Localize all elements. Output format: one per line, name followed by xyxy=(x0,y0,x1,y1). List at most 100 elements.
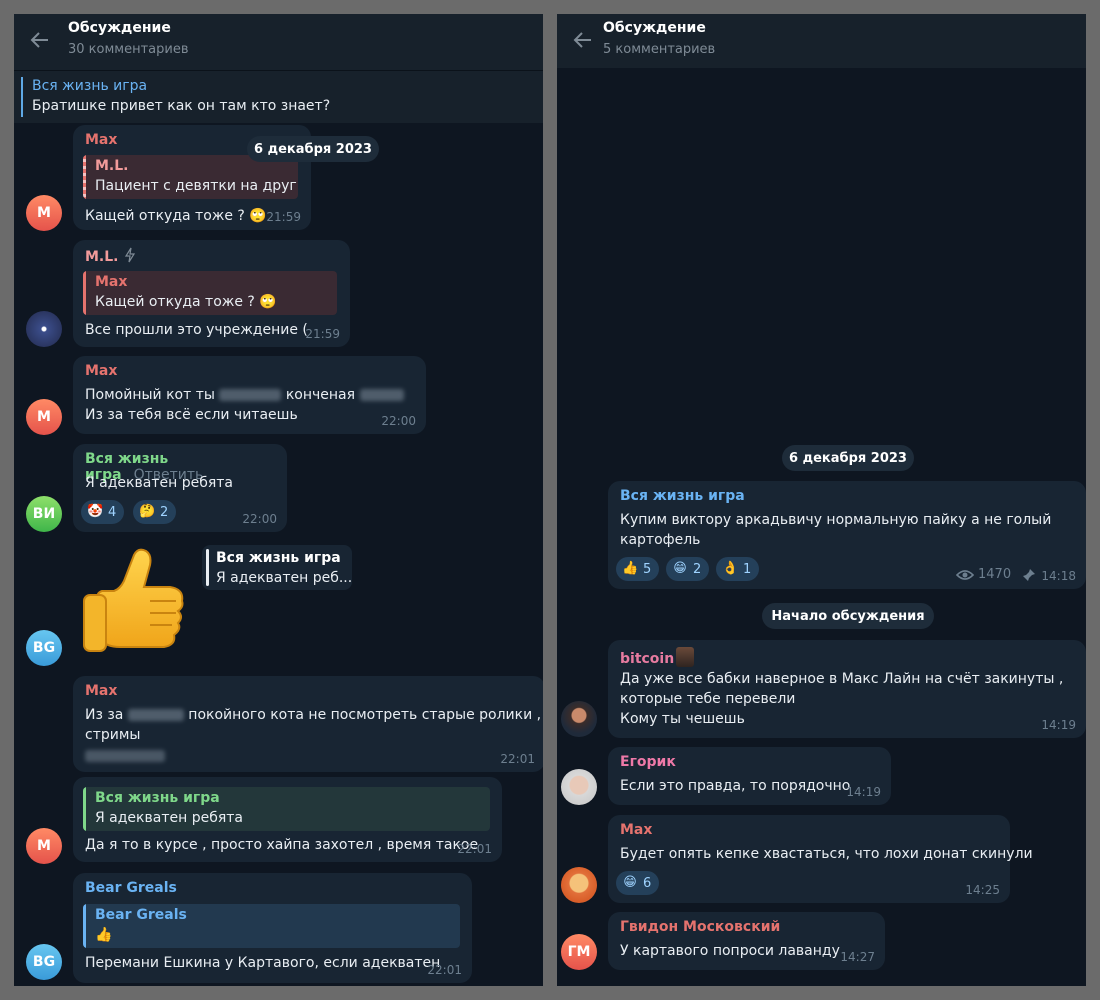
message-text-line: Кому ты чешешь xyxy=(620,711,745,727)
message[interactable]: Max Будет опять кепке хвастаться, что ло… xyxy=(608,815,1033,903)
sender-name[interactable]: Max xyxy=(85,683,117,699)
channel-post[interactable]: Вся жизнь игра Купим виктору аркадьвичу … xyxy=(608,481,1086,589)
avatar[interactable] xyxy=(561,701,597,737)
reaction-clown[interactable]: 🤡 4 xyxy=(81,500,125,524)
date-pill: 6 декабря 2023 xyxy=(247,136,379,162)
post-text-line: Купим виктору аркадьвичу нормальную пайк… xyxy=(620,512,1052,528)
back-arrow-icon[interactable] xyxy=(571,28,595,52)
message[interactable]: Егорик Если это правда, то порядочно 14:… xyxy=(608,747,891,805)
message-time: 14:19 xyxy=(846,785,881,799)
sender-name[interactable]: Bear Greals xyxy=(85,880,177,896)
reply-name: M.L. xyxy=(95,158,129,174)
message-time: 22:01 xyxy=(457,842,492,856)
avatar[interactable]: M xyxy=(26,828,62,864)
message-text: Я адекватен ребята xyxy=(85,475,233,491)
message-text: Из за покойного кота не посмотреть стары… xyxy=(85,707,542,723)
message-time: 14:19 xyxy=(1041,718,1076,732)
message[interactable]: M.L. Max Кащей откуда тоже ? 🙄 Все прошл… xyxy=(73,240,350,347)
lightning-icon xyxy=(125,247,136,263)
message-time: 14:25 xyxy=(965,883,1000,897)
sender-name[interactable]: bitcoin xyxy=(620,647,695,667)
message-time: 21:59 xyxy=(305,327,340,341)
censored-text xyxy=(85,750,165,762)
message-text: Кащей откуда тоже ? 🙄 xyxy=(85,208,267,224)
views-count: 1470 xyxy=(956,567,1011,582)
pin-icon xyxy=(1023,569,1035,581)
sender-name[interactable]: Max xyxy=(620,822,652,838)
custom-status-emoji xyxy=(676,647,695,667)
sender-name[interactable]: Гвидон Московский xyxy=(620,919,780,935)
message[interactable]: Bear Greals Bear Greals 👍 Перемани Ешкин… xyxy=(73,873,472,983)
message-text-line: стримы xyxy=(85,727,141,743)
sender-name[interactable]: Max xyxy=(85,363,117,379)
message-time: 22:01 xyxy=(500,752,535,766)
message[interactable]: bitcoin Да уже все бабки наверное в Макс… xyxy=(608,640,1086,738)
censored-text xyxy=(219,389,282,401)
message-text: У картавого попроси лаванду xyxy=(620,943,840,959)
pinned-message[interactable]: Вся жизнь игра Братишке привет как он та… xyxy=(14,70,543,123)
header-title: Обсуждение xyxy=(603,20,706,36)
avatar[interactable]: BG xyxy=(26,944,62,980)
pinned-text: Братишке привет как он там кто знает? xyxy=(32,98,331,114)
reply-quote[interactable]: Вся жизнь игра Я адекватен реб... xyxy=(202,545,352,590)
message-time: 22:00 xyxy=(381,414,416,428)
avatar[interactable]: M xyxy=(26,399,62,435)
post-text-line: картофель xyxy=(620,532,701,548)
reply-name: Bear Greals xyxy=(95,907,187,923)
header: Обсуждение 30 комментариев xyxy=(14,14,543,70)
reply-name: Вся жизнь игра xyxy=(216,550,341,566)
reaction-grinning[interactable]: 😁 6 xyxy=(616,871,660,895)
message-text: Если это правда, то порядочно xyxy=(620,778,851,794)
thumbs-up-sticker[interactable] xyxy=(80,541,192,661)
grinning-emoji: 😁 xyxy=(623,875,637,890)
sender-name[interactable]: Max xyxy=(85,132,117,148)
reaction-ok-hand[interactable]: 👌 1 xyxy=(716,557,760,581)
header-subtitle: 5 комментариев xyxy=(603,42,716,57)
thumbs-up-emoji: 👍 xyxy=(622,561,639,576)
avatar[interactable] xyxy=(26,311,62,347)
reaction-grinning[interactable]: 😁 2 xyxy=(666,557,710,581)
message-time: 14:27 xyxy=(840,950,875,964)
sender-name[interactable]: M.L. xyxy=(85,247,137,265)
message-time: 21:59 xyxy=(266,210,301,224)
message-text: Все прошли это учреждение ( xyxy=(85,322,308,338)
reply-quote[interactable]: Max Кащей откуда тоже ? 🙄 xyxy=(83,271,337,315)
avatar[interactable]: ВИ xyxy=(26,496,62,532)
grinning-emoji: 😁 xyxy=(673,561,687,576)
message[interactable]: Вся жизнь игра Я адекватен ребята Да я т… xyxy=(73,777,502,862)
censored-text xyxy=(359,389,404,401)
reaction-thumbs-up[interactable]: 👍 5 xyxy=(616,557,660,581)
avatar[interactable] xyxy=(561,769,597,805)
message-text: Перемани Ешкина у Картавого, если адеква… xyxy=(85,955,441,971)
message-text-line: Да уже все бабки наверное в Макс Лайн на… xyxy=(620,671,1064,687)
message[interactable]: Гвидон Московский У картавого попроси ла… xyxy=(608,912,885,970)
reply-quote[interactable]: Вся жизнь игра Я адекватен ребята xyxy=(83,787,490,831)
avatar[interactable]: ГМ xyxy=(561,934,597,970)
avatar[interactable]: M xyxy=(26,195,62,231)
eye-icon xyxy=(956,569,974,580)
header: Обсуждение 5 комментариев xyxy=(557,14,1086,68)
pinned-title: Вся жизнь игра xyxy=(32,78,148,94)
rolling-eyes-emoji: 🙄 xyxy=(249,208,267,224)
sender-name[interactable]: Егорик xyxy=(620,754,676,770)
sender-name[interactable]: Вся жизнь игра xyxy=(620,488,745,504)
reply-name: Вся жизнь игра xyxy=(95,790,220,806)
message[interactable]: Вся жизнь игра Ответить Я адекватен ребят… xyxy=(73,444,287,532)
thinking-emoji: 🤔 xyxy=(139,504,156,519)
clown-emoji: 🤡 xyxy=(87,504,104,519)
message[interactable]: Max Помойный кот ты конченая Из за тебя … xyxy=(73,356,426,434)
message-time: 22:01 xyxy=(427,963,462,977)
message-text: Да я то в курсе , просто хайпа захотел ,… xyxy=(85,837,479,853)
message-text-line: которые тебе перевели xyxy=(620,691,796,707)
reply-quote[interactable]: Bear Greals 👍 xyxy=(83,904,460,948)
date-pill: 6 декабря 2023 xyxy=(782,445,914,471)
avatar[interactable] xyxy=(561,867,597,903)
message[interactable]: Max Из за покойного кота не посмотреть с… xyxy=(73,676,543,772)
reply-text: Кащей откуда тоже ? 🙄 xyxy=(95,294,277,310)
right-discussion-panel: Обсуждение 5 комментариев 6 декабря 2023… xyxy=(557,14,1086,986)
censored-text xyxy=(127,709,184,721)
reply-text: 👍 xyxy=(95,927,113,943)
reaction-thinking[interactable]: 🤔 2 xyxy=(133,500,177,524)
back-arrow-icon[interactable] xyxy=(28,28,52,52)
avatar[interactable]: BG xyxy=(26,630,62,666)
